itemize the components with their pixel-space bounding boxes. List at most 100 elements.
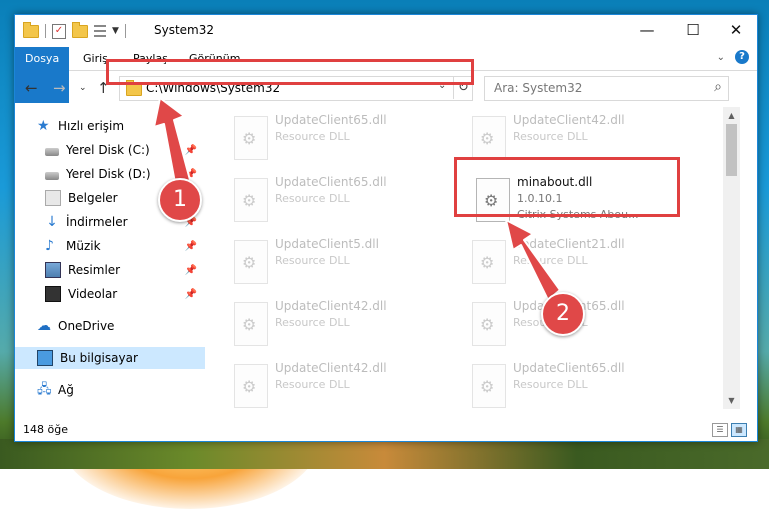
dll-file-icon bbox=[472, 364, 506, 408]
file-highlight-box bbox=[454, 157, 680, 217]
sidebar-item-label: OneDrive bbox=[58, 319, 115, 333]
navigation-pane: ★ Hızlı erişim Yerel Disk (C:) 📌 Yerel D… bbox=[15, 107, 207, 409]
file-description: Resource DLL bbox=[275, 130, 350, 143]
maximize-icon: ☐ bbox=[686, 21, 700, 39]
pin-icon: 📌 bbox=[184, 144, 197, 156]
sidebar-item-network[interactable]: 🖧 Ağ bbox=[37, 379, 229, 401]
file-description: Resource DLL bbox=[513, 130, 588, 143]
minimize-button[interactable]: — bbox=[624, 15, 670, 47]
minimize-icon: — bbox=[639, 21, 655, 39]
dll-file-icon bbox=[472, 116, 506, 160]
properties-check-icon[interactable]: ✓ bbox=[52, 23, 66, 39]
file-name: UpdateClient42.dll bbox=[513, 113, 625, 127]
details-view-icon[interactable]: ☰ bbox=[712, 423, 728, 437]
dll-file-icon bbox=[234, 178, 268, 222]
item-count: 148 öğe bbox=[23, 423, 68, 436]
network-icon: 🖧 bbox=[37, 382, 52, 397]
sidebar-item-label: Yerel Disk (D:) bbox=[66, 167, 151, 181]
sidebar-item-label: Videolar bbox=[68, 287, 118, 301]
sidebar-item-label: Yerel Disk (C:) bbox=[66, 143, 150, 157]
file-description: Resource DLL bbox=[275, 192, 350, 205]
file-name: UpdateClient21.dll bbox=[513, 237, 625, 251]
videos-icon bbox=[45, 286, 61, 302]
help-icon[interactable]: ? bbox=[735, 50, 749, 64]
file-list: UpdateClient65.dll Resource DLL UpdateCl… bbox=[211, 107, 725, 409]
maximize-button[interactable]: ☐ bbox=[670, 15, 716, 47]
this-pc-icon bbox=[37, 350, 53, 366]
search-icon[interactable]: ⌕ bbox=[714, 79, 722, 95]
pin-icon: 📌 bbox=[184, 168, 197, 180]
forward-arrow-icon[interactable]: → bbox=[53, 79, 66, 97]
tiles-view-icon[interactable]: ▦ bbox=[731, 423, 747, 437]
scroll-up-icon[interactable]: ▲ bbox=[723, 107, 740, 124]
pin-icon: 📌 bbox=[184, 240, 197, 252]
file-name: UpdateClient5.dll bbox=[275, 237, 379, 251]
sidebar-item-this-pc[interactable]: Bu bilgisayar bbox=[15, 347, 205, 369]
file-item[interactable]: UpdateClient42.dll Resource DLL bbox=[231, 299, 451, 355]
dll-file-icon bbox=[472, 302, 506, 346]
step-1-badge: 1 bbox=[158, 178, 202, 222]
search-box[interactable]: Ara: System32 ⌕ bbox=[484, 76, 729, 101]
customize-toolbar-icon[interactable]: ▼ bbox=[112, 26, 119, 36]
dll-file-icon bbox=[234, 364, 268, 408]
vertical-scrollbar[interactable]: ▲ ▼ bbox=[723, 107, 740, 409]
sidebar-item-quick-access[interactable]: ★ Hızlı erişim bbox=[37, 115, 229, 137]
close-icon: ✕ bbox=[729, 21, 743, 39]
scrollbar-thumb[interactable] bbox=[726, 124, 737, 176]
sidebar-item-videos[interactable]: Videolar 📌 bbox=[45, 283, 207, 305]
star-icon: ★ bbox=[37, 118, 50, 134]
sidebar-item-local-disk-c[interactable]: Yerel Disk (C:) 📌 bbox=[45, 139, 207, 161]
file-item[interactable]: UpdateClient42.dll Resource DLL bbox=[231, 361, 451, 417]
file-item[interactable]: UpdateClient65.dll Resource DLL bbox=[231, 175, 451, 231]
pin-icon: 📌 bbox=[184, 264, 197, 276]
file-item[interactable]: UpdateClient65.dll Resource DLL bbox=[231, 113, 451, 169]
onedrive-icon: ☁ bbox=[37, 318, 51, 334]
file-name: UpdateClient42.dll bbox=[275, 361, 387, 375]
desktop-ground bbox=[0, 439, 769, 469]
sidebar-item-onedrive[interactable]: ☁ OneDrive bbox=[37, 315, 229, 337]
dll-file-icon bbox=[234, 240, 268, 284]
sidebar-item-label: Resimler bbox=[68, 263, 121, 277]
file-description: Resource DLL bbox=[275, 316, 350, 329]
new-folder-icon[interactable] bbox=[72, 21, 88, 38]
properties-icon[interactable] bbox=[94, 25, 106, 37]
downloads-icon: ↓ bbox=[46, 214, 58, 230]
sidebar-item-label: Ağ bbox=[58, 383, 74, 397]
sidebar-item-label: Bu bilgisayar bbox=[60, 351, 138, 365]
quick-access-toolbar: ✓ ▼ bbox=[23, 21, 126, 40]
window-title: System32 bbox=[154, 23, 215, 37]
disk-icon bbox=[45, 147, 59, 156]
file-description: Resource DLL bbox=[275, 378, 350, 391]
file-name: UpdateClient65.dll bbox=[275, 113, 387, 127]
file-description: Resource DLL bbox=[275, 254, 350, 267]
ribbon-controls: ⌄ ? bbox=[717, 50, 749, 64]
status-bar: 148 öğe ☰ ▦ bbox=[15, 419, 757, 441]
file-name: UpdateClient65.dll bbox=[275, 175, 387, 189]
sidebar-item-pictures[interactable]: Resimler 📌 bbox=[45, 259, 207, 281]
expand-ribbon-icon[interactable]: ⌄ bbox=[717, 52, 725, 63]
folder-icon bbox=[23, 21, 39, 38]
documents-icon bbox=[45, 190, 61, 206]
sidebar-item-music[interactable]: ♪ Müzik 📌 bbox=[45, 235, 207, 257]
search-placeholder[interactable]: Ara: System32 bbox=[494, 81, 582, 95]
file-item[interactable]: UpdateClient21.dll Resource DLL bbox=[469, 237, 689, 293]
file-item[interactable]: UpdateClient5.dll Resource DLL bbox=[231, 237, 451, 293]
file-item[interactable]: UpdateClient65.dll Resource DLL bbox=[469, 361, 689, 417]
recent-locations-icon[interactable]: ⌄ bbox=[79, 83, 87, 93]
close-button[interactable]: ✕ bbox=[713, 15, 757, 47]
view-switcher: ☰ ▦ bbox=[712, 423, 747, 437]
sidebar-item-label: İndirmeler bbox=[66, 215, 128, 229]
file-description: Resource DLL bbox=[513, 378, 588, 391]
file-name: UpdateClient65.dll bbox=[513, 361, 625, 375]
address-highlight-box bbox=[106, 59, 474, 85]
pin-icon: 📌 bbox=[184, 288, 197, 300]
dll-file-icon bbox=[234, 302, 268, 346]
toolbar-separator bbox=[45, 24, 46, 38]
file-name: UpdateClient42.dll bbox=[275, 299, 387, 313]
back-arrow-icon[interactable]: ← bbox=[25, 79, 38, 97]
scroll-down-icon[interactable]: ▼ bbox=[723, 392, 740, 409]
toolbar-separator bbox=[124, 24, 126, 38]
title-bar: ✓ ▼ System32 — ☐ ✕ bbox=[15, 15, 757, 47]
sidebar-item-label: Müzik bbox=[66, 239, 101, 253]
music-icon: ♪ bbox=[45, 238, 54, 254]
